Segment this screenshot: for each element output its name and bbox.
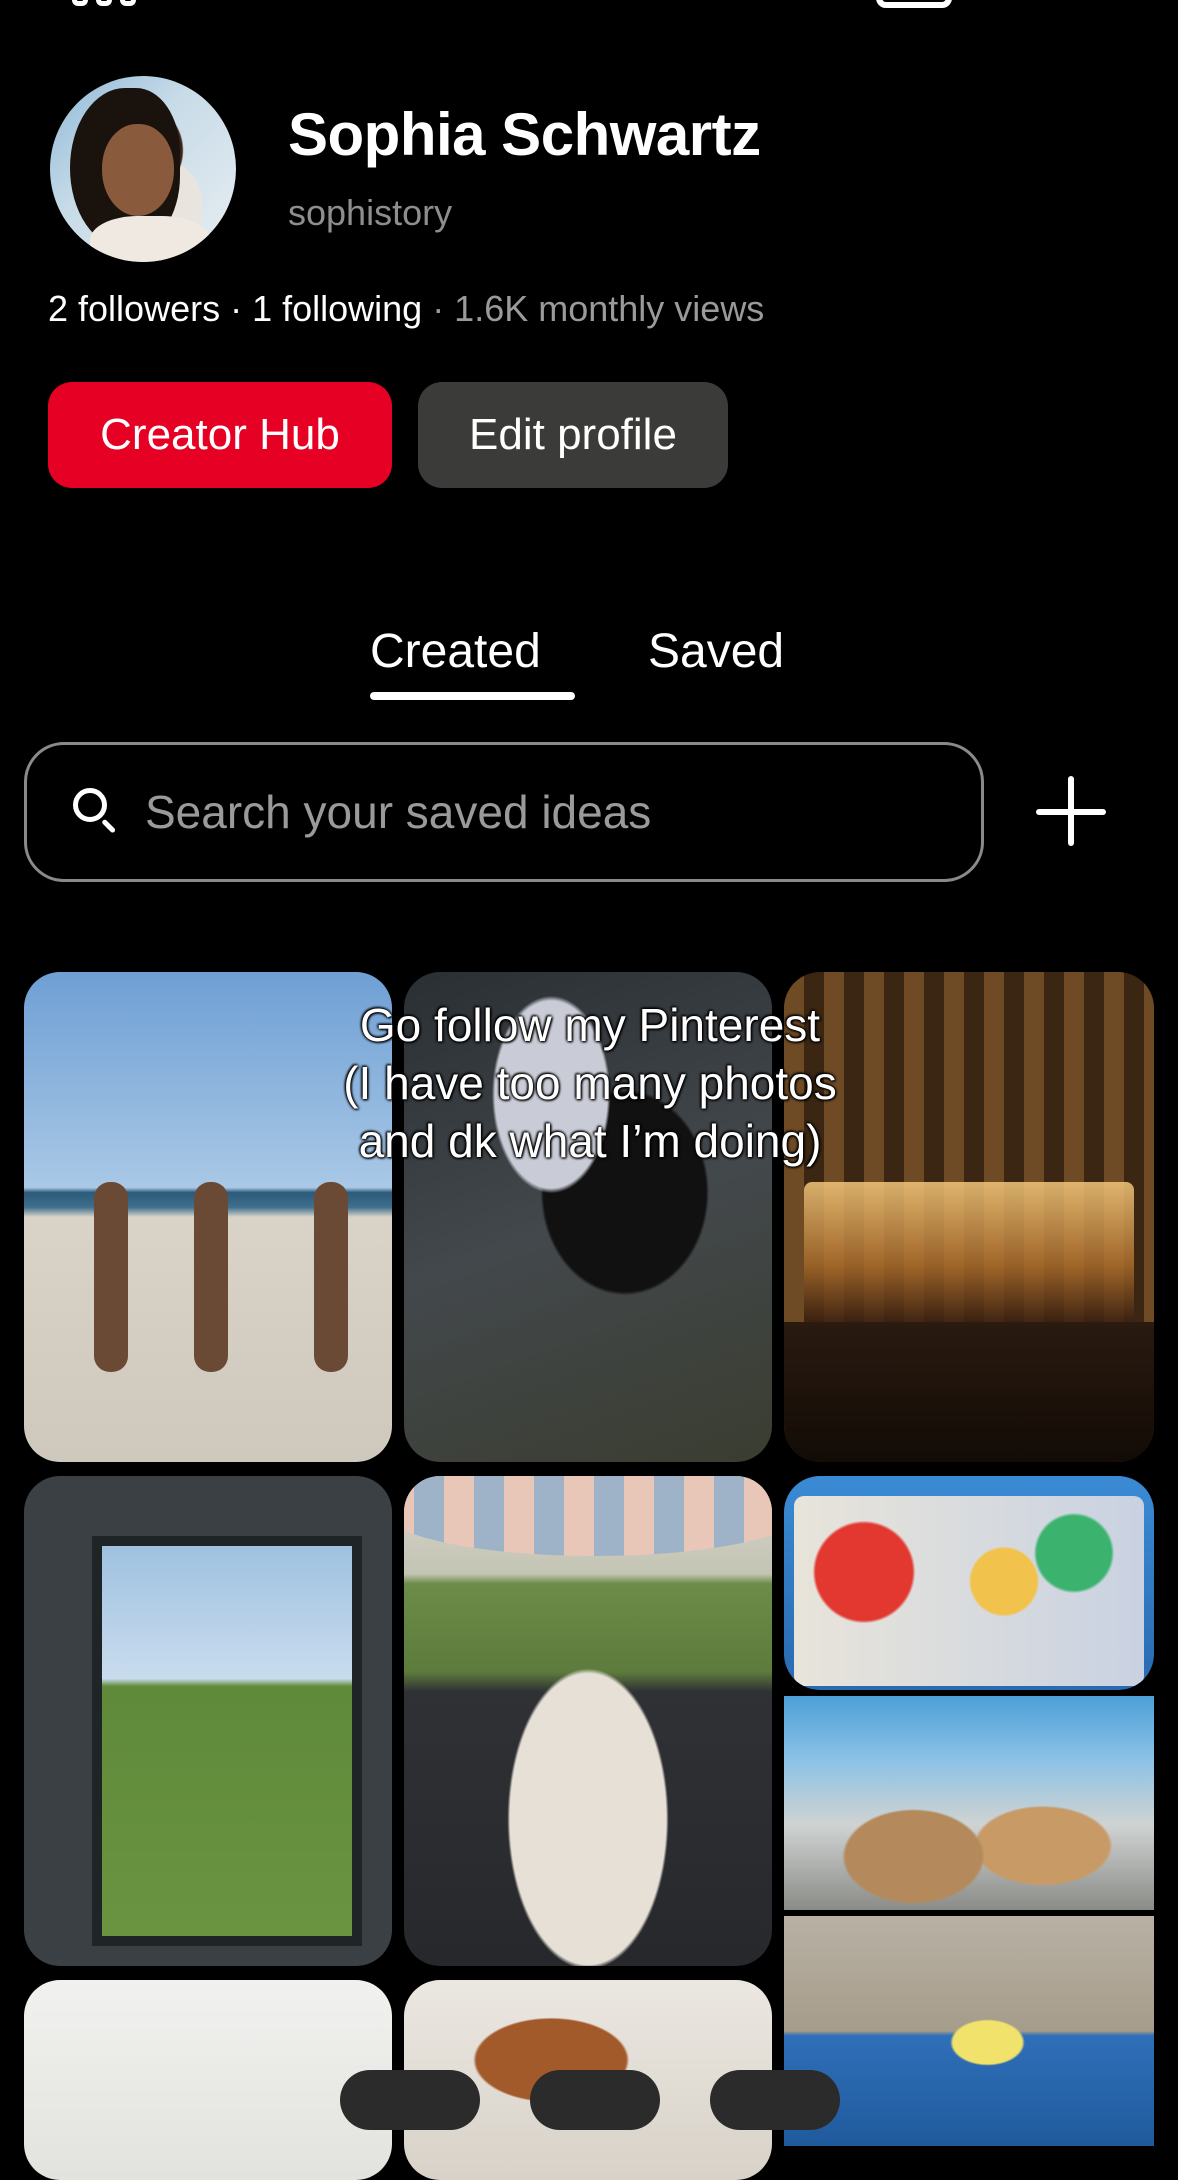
pin-picnic-photo[interactable] xyxy=(784,1916,1154,2146)
share-icon[interactable] xyxy=(876,0,952,8)
search-icon xyxy=(73,788,121,836)
search-input[interactable] xyxy=(143,784,981,840)
profile-stats: 2 followers · 1 following · 1.6K monthly… xyxy=(48,288,764,330)
monthly-views: · 1.6K monthly views xyxy=(422,288,765,329)
grid-menu-icon[interactable] xyxy=(72,0,142,10)
pin-coffee-photo[interactable] xyxy=(784,1696,1154,1910)
plus-icon[interactable] xyxy=(1030,776,1110,848)
profile-name: Sophia Schwartz xyxy=(288,101,761,168)
bottom-nav-pill[interactable] xyxy=(340,2070,480,2130)
edit-profile-button[interactable]: Edit profile xyxy=(418,382,728,488)
active-tab-indicator xyxy=(370,692,575,700)
pin-mural-photo[interactable] xyxy=(784,1476,1154,1690)
avatar[interactable] xyxy=(50,76,236,262)
tab-created[interactable]: Created xyxy=(370,624,541,679)
tab-saved[interactable]: Saved xyxy=(648,624,784,679)
followers-count[interactable]: 2 followers xyxy=(48,288,220,329)
pin-lobster-table-photo[interactable] xyxy=(404,1476,772,1966)
pin-door-photo[interactable] xyxy=(24,1980,392,2180)
bottom-nav-pill[interactable] xyxy=(530,2070,660,2130)
creator-hub-button[interactable]: Creator Hub xyxy=(48,382,392,488)
bottom-nav-pill[interactable] xyxy=(710,2070,840,2130)
search-bar[interactable] xyxy=(24,742,984,882)
video-caption-overlay: Go follow my Pinterest (I have too many … xyxy=(343,999,837,1167)
following-count[interactable]: 1 following xyxy=(252,288,422,329)
stats-separator: · xyxy=(220,288,253,329)
profile-username: sophistory xyxy=(288,192,453,233)
pin-window-view-photo[interactable] xyxy=(24,1476,392,1966)
